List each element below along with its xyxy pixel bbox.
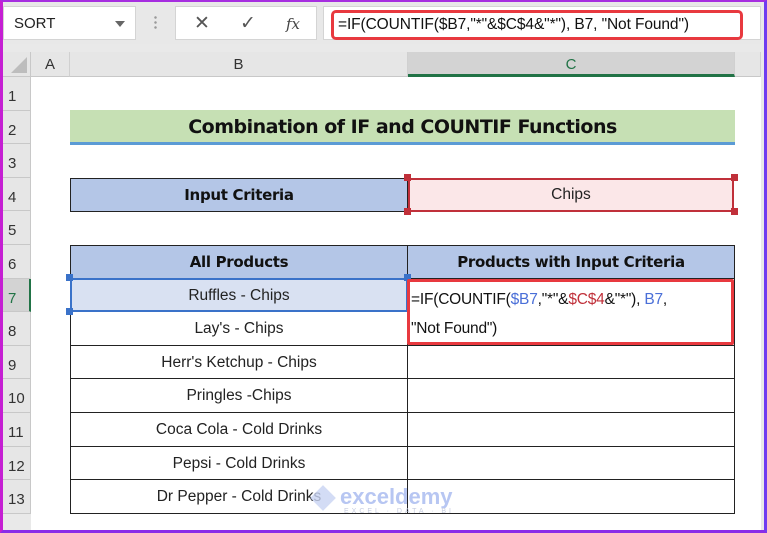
criteria-value-cell[interactable]: Chips: [408, 178, 734, 212]
ref-c4: $C$4: [568, 291, 605, 308]
row-header-13[interactable]: 13: [3, 480, 31, 514]
product-cell[interactable]: Herr's Ketchup - Chips: [70, 345, 408, 380]
exceldemy-logo-icon: [310, 485, 336, 512]
result-cell[interactable]: [408, 480, 735, 514]
reference-highlight-b7: [70, 278, 408, 312]
watermark-tagline: EXCEL · DATA · BI: [344, 508, 454, 516]
result-cell[interactable]: [408, 413, 735, 447]
formula-highlight: =IF(COUNTIF($B7,"*"&$C$4&"*"), B7, "Not …: [331, 10, 743, 40]
row-header-9[interactable]: 9: [3, 345, 31, 380]
sheet-title[interactable]: Combination of IF and COUNTIF Functions: [70, 110, 735, 145]
formula-line-2: "Not Found"): [411, 320, 498, 337]
ref-b7-abs: $B7: [510, 291, 538, 308]
range-handle[interactable]: [66, 308, 73, 315]
header-products-with-criteria[interactable]: Products with Input Criteria: [408, 245, 735, 279]
result-cell[interactable]: [408, 446, 735, 481]
formula-bar: SORT ✕ ✓ fx =IF(COUNTIF($B7,"*"&$C$4&"*"…: [3, 2, 761, 44]
formula-part: ,"*"&: [537, 291, 569, 308]
cancel-icon[interactable]: ✕: [194, 12, 210, 35]
column-header-a[interactable]: A: [31, 52, 70, 77]
watermark: exceldemy EXCEL · DATA · BI: [310, 484, 454, 515]
select-all-button[interactable]: [3, 52, 31, 77]
row-header-5[interactable]: 5: [3, 211, 31, 245]
column-header-c[interactable]: C: [408, 52, 735, 77]
table-row: Herr's Ketchup - Chips: [70, 345, 735, 380]
name-box-value: SORT: [14, 15, 56, 32]
cell-c7-editor[interactable]: =IF(COUNTIF($B7,"*"&$C$4&"*"), B7, "Not …: [407, 279, 734, 345]
drag-handle-icon[interactable]: [154, 15, 157, 31]
table-row: Pepsi - Cold Drinks: [70, 446, 735, 481]
formula-part: =IF(COUNTIF(: [411, 291, 511, 308]
formula-line-1: =IF(COUNTIF($B7,"*"&$C$4&"*"), B7,: [411, 291, 667, 309]
table-row: Coca Cola - Cold Drinks: [70, 413, 735, 447]
row-header-2[interactable]: 2: [3, 110, 31, 145]
name-box[interactable]: SORT: [3, 6, 136, 40]
criteria-label[interactable]: Input Criteria: [70, 178, 408, 212]
formula-buttons: ✕ ✓ fx: [175, 6, 317, 40]
row-header-7[interactable]: 7: [3, 278, 31, 313]
table-row: Pringles -Chips: [70, 379, 735, 413]
insert-function-icon[interactable]: fx: [286, 15, 300, 33]
row-header-4[interactable]: 4: [3, 177, 31, 212]
row-header-10[interactable]: 10: [3, 379, 31, 413]
product-cell[interactable]: Pepsi - Cold Drinks: [70, 446, 408, 481]
row-header-12[interactable]: 12: [3, 446, 31, 481]
ref-b7: B7: [644, 291, 663, 308]
column-header-b[interactable]: B: [70, 52, 408, 77]
row-header-3[interactable]: 3: [3, 144, 31, 178]
range-handle[interactable]: [731, 208, 738, 215]
formula-part: ,: [662, 291, 667, 308]
range-handle[interactable]: [731, 174, 738, 181]
formula-input[interactable]: =IF(COUNTIF($B7,"*"&$C$4&"*"), B7, "Not …: [323, 6, 761, 40]
chevron-down-icon[interactable]: [115, 21, 125, 27]
row-header-1[interactable]: 1: [3, 77, 31, 111]
watermark-brand: exceldemy: [340, 484, 453, 509]
row-header-6[interactable]: 6: [3, 245, 31, 279]
range-handle[interactable]: [404, 208, 411, 215]
column-header-d[interactable]: [735, 52, 761, 77]
result-cell[interactable]: [408, 345, 735, 380]
result-cell[interactable]: [408, 379, 735, 413]
row-header-11[interactable]: 11: [3, 413, 31, 447]
product-cell[interactable]: Lay's - Chips: [70, 312, 408, 346]
range-handle[interactable]: [404, 174, 411, 181]
header-all-products[interactable]: All Products: [70, 245, 408, 279]
table-header-row: All Products Products with Input Criteri…: [70, 245, 735, 279]
product-cell[interactable]: Pringles -Chips: [70, 379, 408, 413]
product-cell[interactable]: Coca Cola - Cold Drinks: [70, 413, 408, 447]
enter-icon[interactable]: ✓: [240, 12, 256, 35]
formula-text: =IF(COUNTIF($B7,"*"&$C$4&"*"), B7, "Not …: [338, 16, 689, 33]
row-header-8[interactable]: 8: [3, 312, 31, 346]
formula-part: &"*"),: [604, 291, 645, 308]
range-handle[interactable]: [66, 274, 73, 281]
